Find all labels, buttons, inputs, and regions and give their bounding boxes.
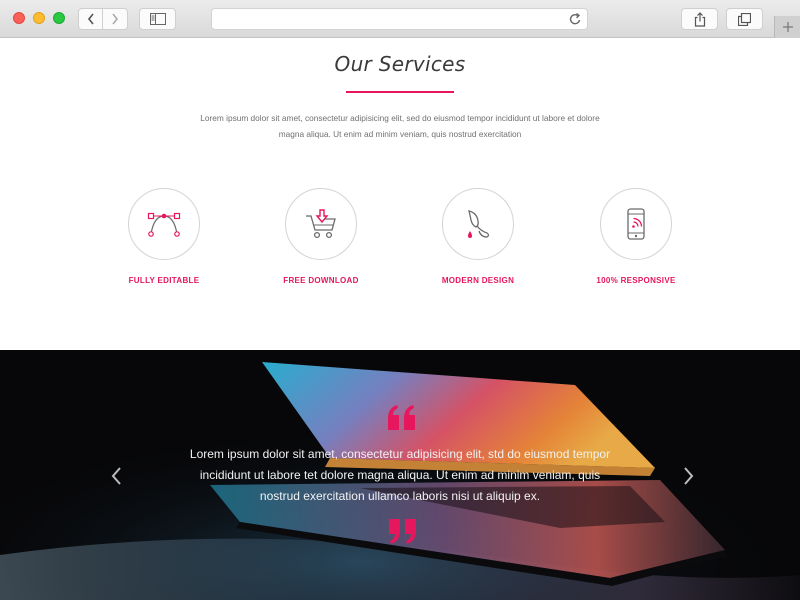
reload-button[interactable]: [569, 12, 582, 31]
minimize-window-button[interactable]: [33, 12, 45, 24]
service-label: FULLY EDITABLE: [128, 276, 200, 285]
service-icon-circle: [285, 188, 357, 260]
forward-button[interactable]: [103, 8, 128, 30]
reload-icon: [569, 12, 581, 25]
share-icon: [694, 11, 705, 27]
address-bar[interactable]: [211, 8, 588, 30]
forward-icon: [112, 13, 119, 25]
browser-toolbar: [0, 0, 800, 38]
carousel-prev-button[interactable]: [108, 465, 124, 487]
service-icon-circle: [128, 188, 200, 260]
quote-open-icon: [388, 405, 415, 430]
tabs-icon: [738, 12, 751, 26]
share-button[interactable]: [681, 8, 718, 30]
back-icon: [87, 13, 94, 25]
back-button[interactable]: [78, 8, 103, 30]
sidebar-toggle-button[interactable]: [139, 8, 176, 30]
mobile-signal-icon: [627, 208, 645, 240]
sidebar-icon: [149, 13, 166, 25]
service-label: MODERN DESIGN: [441, 276, 515, 285]
service-icon-circle: [600, 188, 672, 260]
zoom-window-button[interactable]: [53, 12, 65, 24]
service-label: 100% RESPONSIVE: [596, 276, 676, 285]
section-title: Our Services: [334, 52, 466, 76]
chevron-right-icon: [684, 467, 694, 485]
close-window-button[interactable]: [13, 12, 25, 24]
show-tabs-button[interactable]: [726, 8, 763, 30]
service-icon-circle: [442, 188, 514, 260]
cart-download-icon: [306, 209, 336, 239]
testimonial-section: Lorem ipsum dolor sit amet, consectetur …: [0, 350, 800, 600]
quote-close-icon: [389, 519, 416, 544]
carousel-next-button[interactable]: [681, 465, 697, 487]
plus-icon: [782, 22, 793, 32]
bezier-curve-icon: [147, 212, 181, 237]
service-label: FREE DOWNLOAD: [283, 276, 359, 285]
new-tab-button[interactable]: [774, 16, 800, 38]
services-section: Our Services Lorem ipsum dolor sit amet,…: [0, 38, 800, 350]
testimonial-quote: Lorem ipsum dolor sit amet, consectetur …: [189, 447, 611, 503]
paint-brush-icon: [468, 210, 490, 238]
section-intro: Lorem ipsum dolor sit amet, consectetur …: [200, 113, 600, 139]
title-underline: [346, 91, 454, 93]
chevron-left-icon: [111, 467, 121, 485]
